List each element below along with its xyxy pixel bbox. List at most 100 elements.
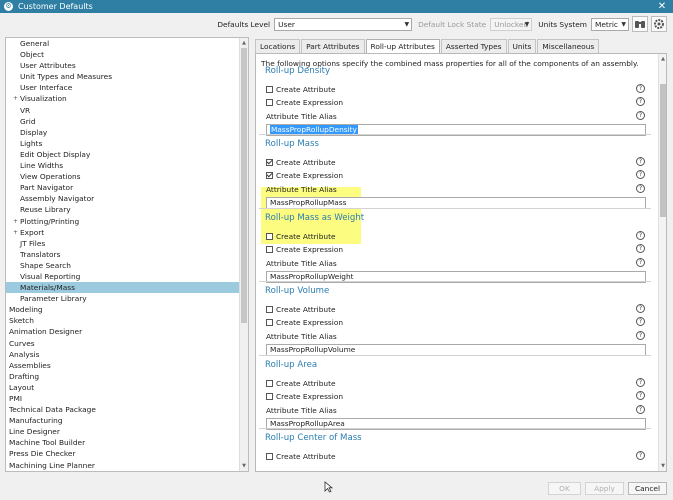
help-icon[interactable]: ? xyxy=(636,391,645,400)
tab[interactable]: Units xyxy=(507,39,537,53)
checkbox-box[interactable] xyxy=(266,453,273,460)
help-icon[interactable]: ? xyxy=(636,304,645,313)
tree-item[interactable]: Curves xyxy=(6,338,241,349)
tab[interactable]: Asserted Types xyxy=(440,39,507,53)
checkbox-box[interactable] xyxy=(266,159,273,166)
help-icon[interactable]: ? xyxy=(636,111,645,120)
tree-item[interactable]: Object xyxy=(6,49,241,60)
tree-item[interactable]: Machine Tool Builder xyxy=(6,437,241,448)
help-icon[interactable]: ? xyxy=(636,331,645,340)
help-icon[interactable]: ? xyxy=(636,317,645,326)
help-icon[interactable]: ? xyxy=(636,170,645,179)
help-icon[interactable]: ? xyxy=(636,84,645,93)
help-icon[interactable]: ? xyxy=(636,157,645,166)
tree-item[interactable]: Parameter Library xyxy=(6,293,241,304)
checkbox-box[interactable] xyxy=(266,86,273,93)
scroll-down-icon[interactable]: ▼ xyxy=(659,462,666,470)
scroll-up-icon[interactable]: ▲ xyxy=(659,55,666,63)
checkbox-box[interactable] xyxy=(266,233,273,240)
tree-item[interactable]: Reuse Library xyxy=(6,204,241,215)
tab[interactable]: Part Attributes xyxy=(301,39,365,53)
tree-item[interactable]: Analysis xyxy=(6,349,241,360)
tree-item[interactable]: VR xyxy=(6,105,241,116)
checkbox-box[interactable] xyxy=(266,319,273,326)
tree-item[interactable]: Visual Reporting xyxy=(6,271,241,282)
help-icon[interactable]: ? xyxy=(636,378,645,387)
expand-icon[interactable]: + xyxy=(13,227,18,238)
create-attribute-checkbox[interactable]: Create Attribute xyxy=(266,379,336,388)
tree-item[interactable]: View Operations xyxy=(6,171,241,182)
checkbox-box[interactable] xyxy=(266,380,273,387)
tree-item[interactable]: User Interface xyxy=(6,82,241,93)
help-icon[interactable]: ? xyxy=(636,184,645,193)
tree-item[interactable]: Display xyxy=(6,127,241,138)
expand-icon[interactable]: + xyxy=(13,216,18,227)
create-attribute-checkbox[interactable]: Create Attribute xyxy=(266,158,336,167)
tree-item[interactable]: Manufacturing xyxy=(6,415,241,426)
tree-item[interactable]: Modeling xyxy=(6,304,241,315)
help-icon[interactable]: ? xyxy=(636,97,645,106)
tree-item[interactable]: + Visualization xyxy=(6,93,241,104)
tree-item[interactable]: General xyxy=(6,38,241,49)
find-button[interactable] xyxy=(632,16,648,32)
create-expression-checkbox[interactable]: Create Expression xyxy=(266,245,343,254)
tree-scrollbar[interactable]: ▲ ▼ xyxy=(239,38,248,471)
close-icon[interactable]: ✕ xyxy=(655,0,669,13)
tree-item[interactable]: Materials/Mass xyxy=(6,282,241,294)
tree-item[interactable]: Grid xyxy=(6,116,241,127)
tree-item[interactable]: Sketch xyxy=(6,315,241,326)
tab[interactable]: Locations xyxy=(255,39,301,53)
tree-item[interactable]: PMI xyxy=(6,393,241,404)
tab[interactable]: Miscellaneous xyxy=(537,39,600,53)
settings-button[interactable] xyxy=(651,16,667,32)
scroll-down-icon[interactable]: ▼ xyxy=(240,462,248,470)
create-expression-checkbox[interactable]: Create Expression xyxy=(266,98,343,107)
tree-item[interactable]: JT Files xyxy=(6,238,241,249)
create-attribute-checkbox[interactable]: Create Attribute xyxy=(266,452,336,461)
help-icon[interactable]: ? xyxy=(636,231,645,240)
help-icon[interactable]: ? xyxy=(636,451,645,460)
create-expression-checkbox[interactable]: Create Expression xyxy=(266,171,343,180)
tree-item[interactable]: Part Navigator xyxy=(6,182,241,193)
tree-item[interactable]: Press Die Checker xyxy=(6,448,241,459)
create-attribute-checkbox[interactable]: Create Attribute xyxy=(266,85,336,94)
cancel-button[interactable]: Cancel xyxy=(628,482,667,495)
tree-item[interactable]: Line Widths xyxy=(6,160,241,171)
help-icon[interactable]: ? xyxy=(636,405,645,414)
create-expression-checkbox[interactable]: Create Expression xyxy=(266,318,343,327)
create-attribute-checkbox[interactable]: Create Attribute xyxy=(266,305,336,314)
tree-item[interactable]: Edit Object Display xyxy=(6,149,241,160)
help-icon[interactable]: ? xyxy=(636,258,645,267)
ok-button[interactable]: OK xyxy=(548,482,581,495)
tree-item[interactable]: Animation Designer xyxy=(6,326,241,337)
tree-item[interactable]: Translators xyxy=(6,249,241,260)
units-system-select[interactable]: Metric ▼ xyxy=(591,17,629,31)
tree-item[interactable]: Layout xyxy=(6,382,241,393)
panel-scrollbar[interactable]: ▲ ▼ xyxy=(658,54,666,471)
tree-item[interactable]: Unit Types and Measures xyxy=(6,71,241,82)
tree-item[interactable]: Drafting xyxy=(6,371,241,382)
tree-item[interactable]: Lights xyxy=(6,138,241,149)
defaults-level-select[interactable]: User ▼ xyxy=(274,17,413,31)
checkbox-box[interactable] xyxy=(266,172,273,179)
checkbox-box[interactable] xyxy=(266,393,273,400)
checkbox-box[interactable] xyxy=(266,99,273,106)
apply-button[interactable]: Apply xyxy=(585,482,624,495)
help-icon[interactable]: ? xyxy=(636,244,645,253)
expand-icon[interactable]: + xyxy=(13,93,18,104)
tree-item[interactable]: User Attributes xyxy=(6,60,241,71)
checkbox-box[interactable] xyxy=(266,306,273,313)
tree-item[interactable]: Line Designer xyxy=(6,426,241,437)
tree-item[interactable]: + Export xyxy=(6,227,241,238)
tree-item[interactable]: Assemblies xyxy=(6,360,241,371)
tree-item[interactable]: Technical Data Package xyxy=(6,404,241,415)
scroll-thumb[interactable] xyxy=(241,48,247,323)
create-expression-checkbox[interactable]: Create Expression xyxy=(266,392,343,401)
scroll-up-icon[interactable]: ▲ xyxy=(240,39,248,47)
tab[interactable]: Roll-up Attributes xyxy=(365,39,440,54)
tree-item[interactable]: Machining Line Planner xyxy=(6,460,241,471)
create-attribute-checkbox[interactable]: Create Attribute xyxy=(266,232,336,241)
checkbox-box[interactable] xyxy=(266,246,273,253)
tree-item[interactable]: + Plotting/Printing xyxy=(6,216,241,227)
scroll-thumb[interactable] xyxy=(660,84,666,217)
